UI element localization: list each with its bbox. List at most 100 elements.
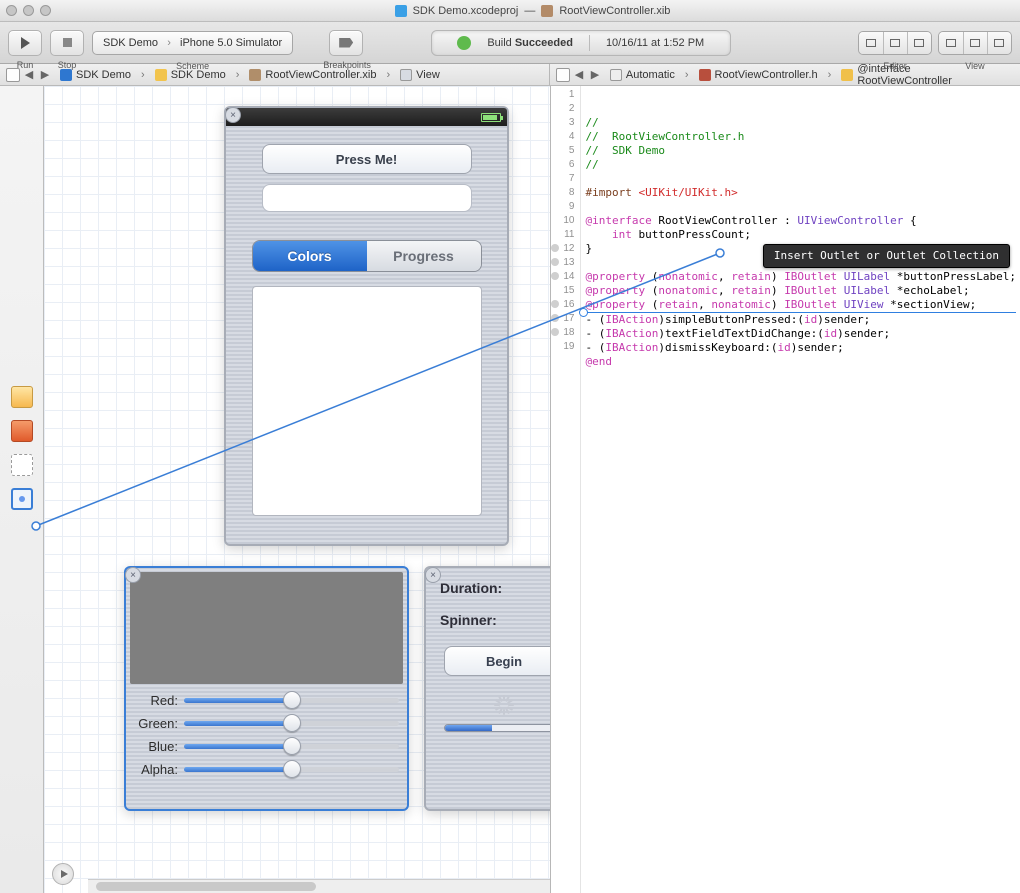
standard-editor-icon <box>866 39 876 47</box>
press-me-button[interactable]: Press Me! <box>262 144 472 174</box>
stop-icon <box>63 38 72 47</box>
stop-button[interactable] <box>50 30 84 56</box>
alpha-slider[interactable] <box>184 760 399 778</box>
progress-bar <box>444 724 550 732</box>
duration-label: Duration: <box>440 580 502 596</box>
close-view-icon[interactable]: × <box>225 107 241 123</box>
view-object-icon <box>400 69 412 81</box>
red-label: Red: <box>134 693 178 708</box>
begin-button[interactable]: Begin <box>444 646 550 676</box>
editor-label: Editor <box>858 61 932 71</box>
activity-indicator-icon <box>493 694 515 716</box>
insert-outlet-tooltip: Insert Outlet or Outlet Collection <box>763 244 1010 268</box>
section-container-view[interactable] <box>252 286 482 516</box>
view-object-1[interactable] <box>11 454 33 476</box>
toggle-debug-button[interactable] <box>963 32 987 54</box>
activity-prefix: Build <box>487 37 511 49</box>
ib-canvas[interactable]: × Press Me! Colors Progress × Red: Green… <box>44 86 550 893</box>
red-slider[interactable] <box>184 691 399 709</box>
crumb-3[interactable]: View <box>416 69 440 81</box>
battery-icon <box>481 113 501 122</box>
assistant-editor-button[interactable] <box>883 32 907 54</box>
navigator-pane-icon <box>946 39 956 47</box>
source-code[interactable]: //// RootViewController.h// SDK Demo// #… <box>581 86 1020 893</box>
blue-slider[interactable] <box>184 737 399 755</box>
stop-label: Stop <box>50 60 84 70</box>
traffic-lights[interactable] <box>6 5 51 16</box>
activity-viewer: Build Succeeded 10/16/11 at 1:52 PM <box>431 30 731 56</box>
chevron-right-icon: › <box>164 37 174 49</box>
editor-mode-segmented[interactable] <box>858 31 932 55</box>
run-label: Run <box>8 60 42 70</box>
forward-button[interactable]: ▶ <box>38 68 52 81</box>
toggle-navigator-button[interactable] <box>939 32 963 54</box>
segment-progress[interactable]: Progress <box>367 241 481 271</box>
title-file: RootViewController.xib <box>559 5 670 17</box>
related-items-icon[interactable] <box>6 68 20 82</box>
line-gutter[interactable]: 12345678910111213141516171819 <box>551 86 581 893</box>
interface-symbol-icon <box>841 69 853 81</box>
xib-icon <box>541 5 553 17</box>
document-outline <box>0 86 44 893</box>
scheme-destination: iPhone 5.0 Simulator <box>180 37 282 49</box>
colors-view[interactable]: × Red: Green: Blue: Alpha: <box>124 566 409 811</box>
breakpoint-icon <box>339 38 353 48</box>
color-swatch <box>130 572 403 684</box>
spinner-label: Spinner: <box>440 612 497 628</box>
header-file-icon <box>699 69 711 81</box>
debug-pane-icon <box>970 39 980 47</box>
scheme-selector[interactable]: SDK Demo › iPhone 5.0 Simulator <box>92 31 293 55</box>
first-responder-icon[interactable] <box>11 420 33 442</box>
view-object-selected[interactable] <box>11 488 33 510</box>
standard-editor-button[interactable] <box>859 32 883 54</box>
blue-label: Blue: <box>134 739 178 754</box>
close-view-icon[interactable]: × <box>125 567 141 583</box>
activity-time: 10/16/11 at 1:52 PM <box>606 37 704 49</box>
scheme-label: Scheme <box>92 61 293 71</box>
project-icon <box>60 69 72 81</box>
canvas-horizontal-scrollbar[interactable] <box>88 879 550 893</box>
window-titlebar: SDK Demo.xcodeproj — RootViewController.… <box>0 0 1020 22</box>
toolbar: Run Stop SDK Demo › iPhone 5.0 Simulator… <box>0 22 1020 64</box>
breakpoints-label: Breakpoints <box>317 60 377 70</box>
files-owner-icon[interactable] <box>11 386 33 408</box>
crumb-mode[interactable]: Automatic <box>626 69 675 81</box>
assistant-editor: 12345678910111213141516171819 //// RootV… <box>550 86 1020 893</box>
status-bar <box>226 108 507 126</box>
green-label: Green: <box>134 716 178 731</box>
xcodeproj-icon <box>395 5 407 17</box>
simulate-document-button[interactable] <box>52 863 74 885</box>
segment-colors[interactable]: Colors <box>253 241 367 271</box>
run-button[interactable] <box>8 30 42 56</box>
breakpoints-button[interactable] <box>329 30 363 56</box>
root-view[interactable]: × Press Me! Colors Progress <box>224 106 509 546</box>
back-button[interactable]: ◀ <box>22 68 36 81</box>
play-icon <box>21 37 30 49</box>
counterparts-icon[interactable] <box>556 68 570 82</box>
text-field[interactable] <box>262 184 472 212</box>
minimize-window-icon[interactable] <box>23 5 34 16</box>
view-panels-segmented[interactable] <box>938 31 1012 55</box>
green-slider[interactable] <box>184 714 399 732</box>
zoom-window-icon[interactable] <box>40 5 51 16</box>
crumb-file[interactable]: RootViewController.h <box>715 69 818 81</box>
version-editor-icon <box>914 39 924 47</box>
toggle-utilities-button[interactable] <box>987 32 1011 54</box>
back-button-right[interactable]: ◀ <box>572 68 586 81</box>
success-icon <box>457 36 471 50</box>
alpha-label: Alpha: <box>134 762 178 777</box>
activity-status: Succeeded <box>515 37 573 49</box>
progress-view[interactable]: × Duration:1 Spinner: Begin <box>424 566 550 811</box>
utilities-pane-icon <box>994 39 1004 47</box>
close-view-icon[interactable]: × <box>425 567 441 583</box>
close-window-icon[interactable] <box>6 5 17 16</box>
section-segmented-control[interactable]: Colors Progress <box>252 240 482 272</box>
assistant-editor-icon <box>890 39 900 47</box>
view-label: View <box>938 61 1012 71</box>
forward-button-right[interactable]: ▶ <box>588 68 602 81</box>
version-editor-button[interactable] <box>907 32 931 54</box>
title-sep: — <box>524 5 535 17</box>
title-project: SDK Demo.xcodeproj <box>413 5 519 17</box>
connection-origin-dot <box>19 496 25 502</box>
automatic-icon <box>610 69 622 81</box>
